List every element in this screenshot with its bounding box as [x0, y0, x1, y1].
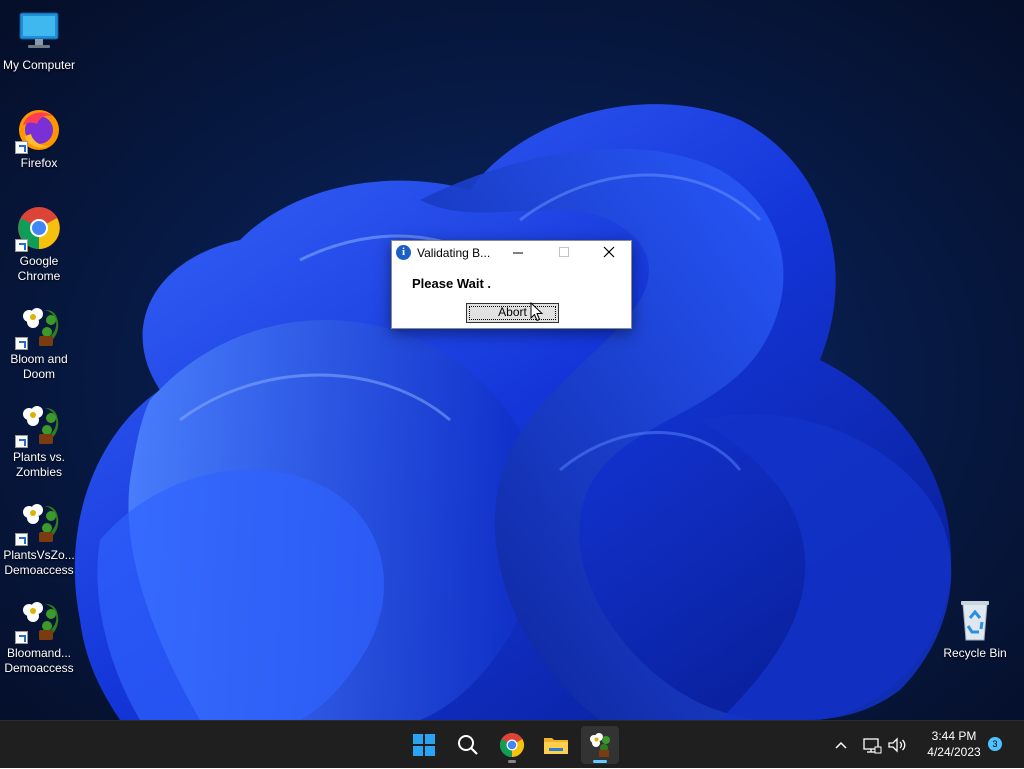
shortcut-arrow-icon	[15, 631, 28, 644]
close-icon	[603, 246, 615, 258]
chrome-icon	[15, 204, 63, 252]
desktop-icon-label: Plants vs. Zombies	[12, 450, 66, 479]
plant-flower-icon	[15, 596, 63, 644]
taskbar-file-explorer[interactable]	[537, 726, 575, 764]
desktop-icon-my-computer[interactable]: My Computer	[0, 8, 78, 73]
network-button[interactable]	[861, 733, 883, 757]
volume-button[interactable]	[886, 733, 908, 757]
taskbar-chrome[interactable]	[493, 726, 531, 764]
folder-icon	[544, 738, 568, 754]
desktop-icon-plants-vs-zombies[interactable]: Plants vs. Zombies	[0, 400, 78, 480]
plant-flower-icon	[590, 733, 610, 757]
dialog-title: Validating B...	[417, 246, 491, 260]
minimize-icon	[513, 252, 523, 254]
dialog-titlebar[interactable]: i Validating B...	[392, 241, 631, 265]
desktop-icon-bloom-and-doom[interactable]: Bloom and Doom	[0, 302, 78, 382]
close-button[interactable]	[588, 241, 632, 265]
desktop-icon-label: Recycle Bin	[943, 646, 1007, 660]
desktop-icon-label: Bloom and Doom	[10, 352, 68, 381]
mouse-cursor-icon	[530, 302, 544, 322]
speaker-icon	[888, 737, 906, 753]
chevron-up-icon	[835, 741, 847, 749]
desktop-icon-plantsvszombies-demoaccess[interactable]: PlantsVsZo... Demoaccess	[0, 498, 78, 578]
maximize-button	[542, 241, 586, 265]
plant-flower-icon	[15, 302, 63, 350]
desktop-icon-recycle-bin[interactable]: Recycle Bin	[936, 596, 1014, 661]
start-button[interactable]	[405, 726, 443, 764]
notification-badge[interactable]: 3	[988, 737, 1002, 751]
windows-logo-icon	[413, 734, 435, 756]
wallpaper-bloom	[74, 104, 952, 720]
desktop-icon-label: PlantsVsZo... Demoaccess	[3, 548, 75, 577]
clock-time: 3:44 PM	[931, 729, 977, 743]
taskbar-plants-game[interactable]	[581, 726, 619, 764]
maximize-icon	[559, 247, 569, 257]
desktop-icon-label: Bloomand... Demoaccess	[4, 646, 74, 675]
desktop-icon-label: My Computer	[2, 58, 76, 72]
show-hidden-icons-button[interactable]	[830, 733, 852, 757]
validating-dialog: i Validating B... Please Wait . Abort	[391, 240, 632, 329]
firefox-icon	[15, 106, 63, 154]
minimize-button[interactable]	[496, 241, 540, 265]
plant-flower-icon	[15, 400, 63, 448]
chrome-icon	[499, 733, 525, 757]
desktop[interactable]: My Computer Firefox Google Chrome Bloom …	[0, 0, 1024, 720]
clock-button[interactable]: 3:44 PM 4/24/2023	[918, 727, 990, 763]
search-button[interactable]	[449, 726, 487, 764]
desktop-icon-bloomanddoom-demoaccess[interactable]: Bloomand... Demoaccess	[0, 596, 78, 676]
info-icon: i	[396, 245, 411, 260]
search-icon	[458, 735, 478, 755]
recycle-bin-icon	[951, 596, 999, 644]
monitor-icon	[15, 8, 63, 56]
dialog-message: Please Wait .	[412, 276, 491, 291]
shortcut-arrow-icon	[15, 337, 28, 350]
active-indicator	[593, 760, 607, 763]
plant-flower-icon	[15, 498, 63, 546]
network-icon	[863, 738, 882, 754]
shortcut-arrow-icon	[15, 435, 28, 448]
desktop-icon-label: Google Chrome	[17, 254, 61, 283]
desktop-icon-firefox[interactable]: Firefox	[0, 106, 78, 171]
clock-date: 4/24/2023	[927, 745, 981, 759]
taskbar: 3:44 PM 4/24/2023	[0, 720, 1024, 768]
desktop-icon-google-chrome[interactable]: Google Chrome	[0, 204, 78, 284]
desktop-icon-label: Firefox	[20, 156, 58, 170]
shortcut-arrow-icon	[15, 239, 28, 252]
shortcut-arrow-icon	[15, 141, 28, 154]
shortcut-arrow-icon	[15, 533, 28, 546]
running-indicator	[508, 760, 516, 763]
abort-button[interactable]: Abort	[466, 303, 559, 323]
